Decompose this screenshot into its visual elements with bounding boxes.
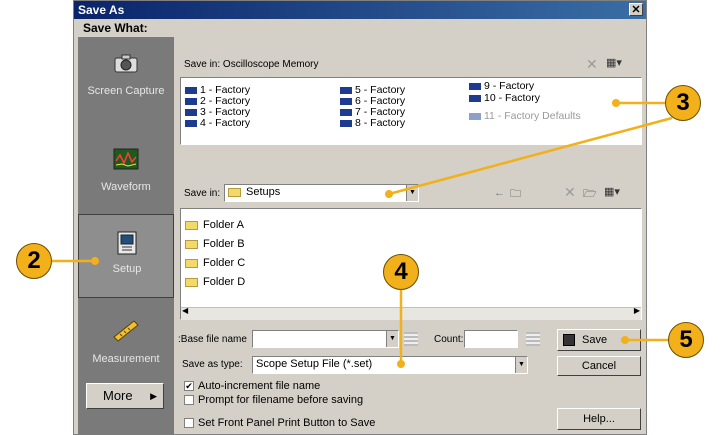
callout-dot-3a <box>612 99 620 107</box>
callout-dot-2 <box>91 257 99 265</box>
callout-4: 4 <box>383 254 419 290</box>
callout-2: 2 <box>16 243 52 279</box>
callout-lines <box>52 99 673 368</box>
callout-dot-4 <box>397 360 405 368</box>
callout-3: 3 <box>665 85 701 121</box>
callout-5: 5 <box>668 322 704 358</box>
callout-line-3b <box>388 116 673 196</box>
callout-dot-5 <box>621 336 629 344</box>
callout-dot-3b <box>385 190 393 198</box>
